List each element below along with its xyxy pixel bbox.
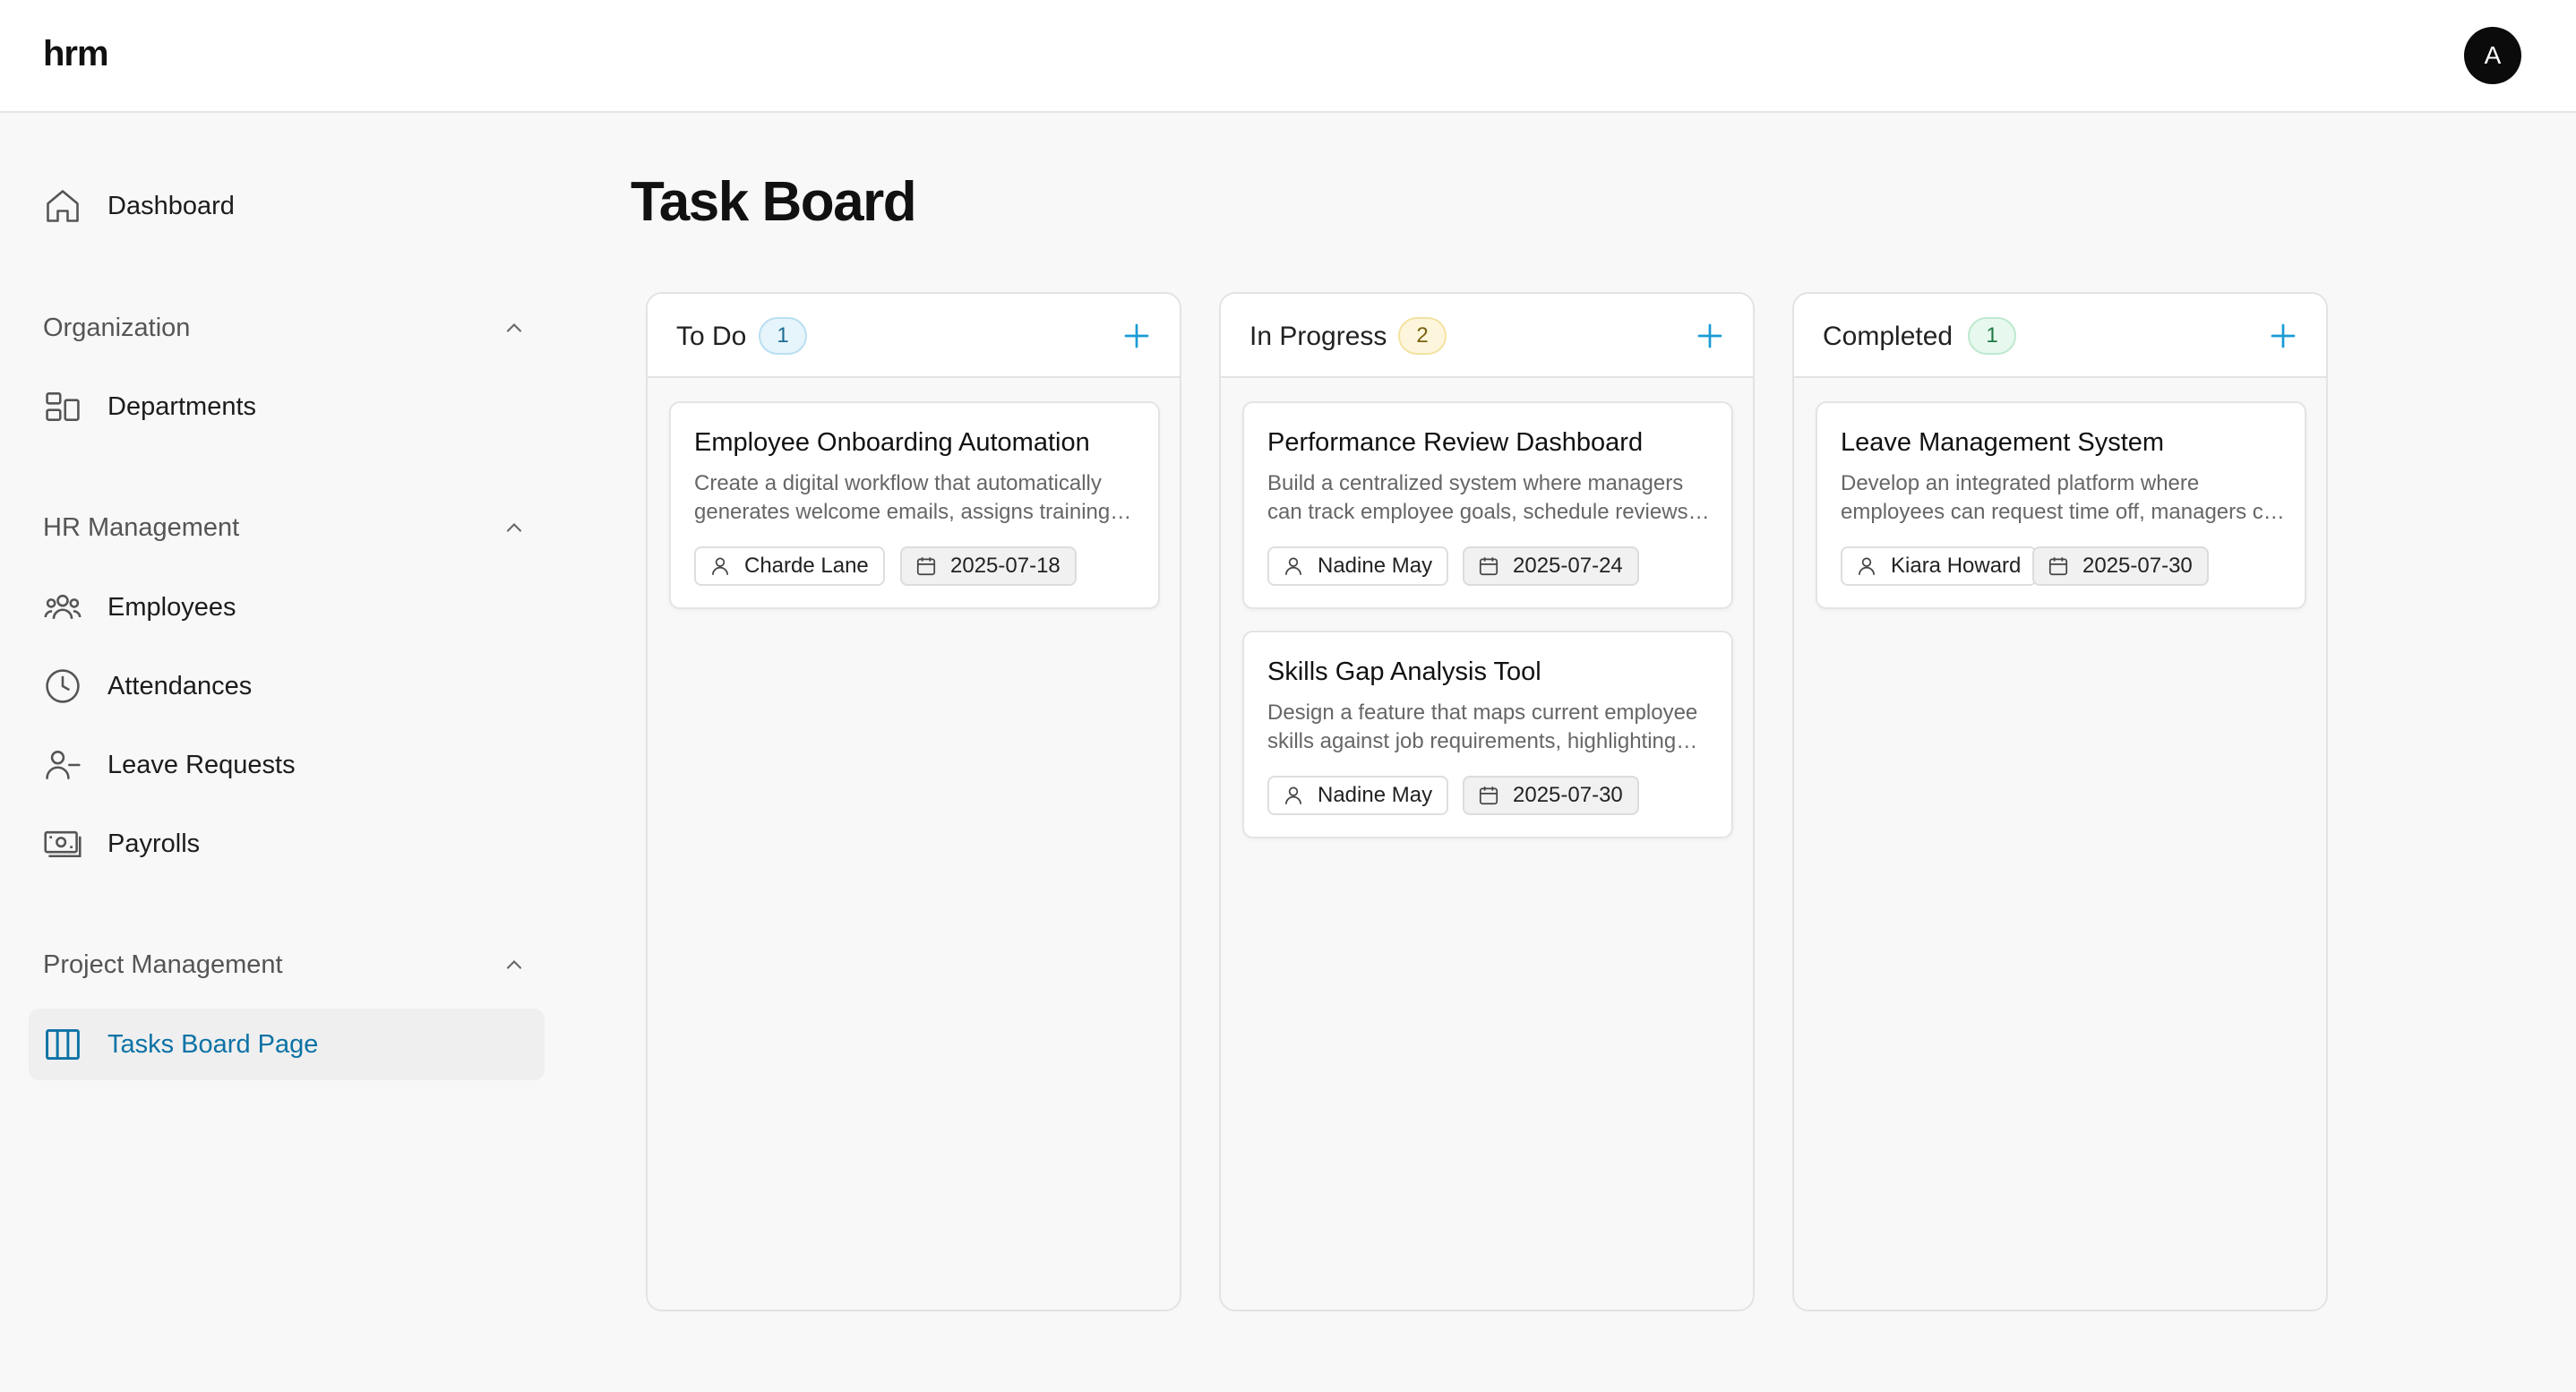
- sidebar-item-payrolls[interactable]: Payrolls: [29, 808, 545, 880]
- due-date-chip: 2025-07-30: [2032, 546, 2209, 586]
- count-badge: 2: [1398, 317, 1447, 355]
- section-organization[interactable]: Organization: [43, 308, 527, 348]
- user-icon: [1285, 557, 1301, 575]
- due-date: 2025-07-24: [1513, 554, 1623, 578]
- assignee-name: Kiara Howard: [1891, 554, 2022, 578]
- columns-icon: [46, 1028, 80, 1061]
- plus-icon: [1124, 323, 1149, 348]
- sidebar-item-label: Leave Requests: [107, 750, 296, 779]
- task-description: Create a digital workflow that automatic…: [694, 471, 1111, 524]
- task-card[interactable]: Employee Onboarding Automation Create a …: [669, 401, 1160, 609]
- sidebar-item-departments[interactable]: Departments: [29, 371, 545, 443]
- app-logo[interactable]: hrm: [43, 34, 109, 74]
- top-bar: hrm A: [0, 0, 2576, 113]
- home-icon: [47, 190, 79, 222]
- count-badge: 1: [759, 317, 807, 355]
- task-title: Performance Review Dashboard: [1267, 428, 1644, 457]
- user-icon: [1285, 786, 1301, 804]
- add-task-button[interactable]: [1688, 314, 1731, 357]
- assignee-chip: Nadine May: [1267, 776, 1449, 815]
- column-header: To Do 1: [648, 294, 1180, 378]
- task-description: Develop an integrated platform where emp…: [1841, 471, 2288, 524]
- column-title: In Progress: [1249, 322, 1387, 351]
- task-title: Leave Management System: [1841, 428, 2165, 457]
- sidebar-item-dashboard[interactable]: Dashboard: [29, 170, 545, 242]
- users-icon: [44, 594, 82, 619]
- sidebar-item-label: Payrolls: [107, 829, 201, 858]
- plus-icon: [1697, 323, 1722, 348]
- plus-icon: [2271, 323, 2296, 348]
- task-card[interactable]: Skills Gap Analysis Tool Design a featur…: [1242, 631, 1733, 838]
- column-in-progress: In Progress 2 Performance Review Dashboa…: [1219, 292, 1755, 1311]
- sidebar-item-label: Tasks Board Page: [107, 1029, 319, 1059]
- due-date-chip: 2025-07-18: [900, 546, 1077, 586]
- sidebar-item-label: Departments: [107, 391, 257, 421]
- banknote-icon: [44, 830, 82, 858]
- task-title: Employee Onboarding Automation: [694, 428, 1090, 457]
- user-avatar[interactable]: A: [2464, 27, 2521, 84]
- column-header: Completed 1: [1794, 294, 2326, 378]
- task-title: Skills Gap Analysis Tool: [1267, 657, 1541, 686]
- sidebar-item-leave-requests[interactable]: Leave Requests: [29, 729, 545, 801]
- clock-icon: [46, 669, 80, 703]
- task-card[interactable]: Leave Management System Develop an integ…: [1816, 401, 2306, 609]
- due-date-chip: 2025-07-24: [1463, 546, 1639, 586]
- column-header: In Progress 2: [1221, 294, 1753, 378]
- assignee-chip: Nadine May: [1267, 546, 1449, 586]
- due-date-chip: 2025-07-30: [1463, 776, 1639, 815]
- column-completed: Completed 1 Leave Management System Deve…: [1792, 292, 2328, 1311]
- count-badge: 1: [1968, 317, 2016, 355]
- section-project-management[interactable]: Project Management: [43, 945, 527, 984]
- calendar-icon: [1479, 786, 1498, 805]
- sidebar-item-label: Dashboard: [107, 191, 235, 220]
- section-label: HR Management: [43, 512, 240, 542]
- task-description: Build a centralized system where manager…: [1267, 471, 1688, 524]
- user-minus-icon: [46, 751, 81, 779]
- calendar-icon: [916, 557, 936, 576]
- sidebar-item-tasks-board[interactable]: Tasks Board Page: [29, 1009, 545, 1080]
- add-task-button[interactable]: [2262, 314, 2305, 357]
- due-date: 2025-07-18: [950, 554, 1060, 578]
- assignee-chip: Charde Lane: [694, 546, 885, 586]
- assignee-chip: Kiara Howard: [1841, 546, 2038, 586]
- calendar-icon: [2048, 557, 2068, 576]
- assignee-name: Charde Lane: [744, 554, 869, 578]
- page-title: Task Board: [631, 171, 917, 233]
- chevron-up-icon: [506, 960, 522, 969]
- departments-icon: [46, 392, 80, 421]
- assignee-name: Nadine May: [1318, 554, 1433, 578]
- user-icon: [1859, 557, 1875, 575]
- sidebar-item-employees[interactable]: Employees: [29, 571, 545, 643]
- task-description: Design a feature that maps current emplo…: [1267, 700, 1698, 753]
- chevron-up-icon: [506, 323, 522, 332]
- add-task-button[interactable]: [1115, 314, 1158, 357]
- column-todo: To Do 1 Employee Onboarding Automation C…: [646, 292, 1181, 1311]
- user-icon: [712, 557, 728, 575]
- section-hr-management[interactable]: HR Management: [43, 508, 527, 547]
- due-date: 2025-07-30: [2082, 554, 2193, 578]
- section-label: Project Management: [43, 949, 283, 979]
- sidebar: Dashboard Organization Departments HR Ma…: [0, 113, 573, 1392]
- due-date: 2025-07-30: [1513, 783, 1623, 807]
- chevron-up-icon: [506, 523, 522, 532]
- sidebar-item-attendances[interactable]: Attendances: [29, 650, 545, 722]
- column-title: To Do: [676, 322, 747, 351]
- calendar-icon: [1479, 557, 1498, 576]
- assignee-name: Nadine May: [1318, 783, 1433, 807]
- column-title: Completed: [1823, 322, 1953, 351]
- sidebar-item-label: Employees: [107, 592, 236, 622]
- section-label: Organization: [43, 313, 191, 342]
- task-card[interactable]: Performance Review Dashboard Build a cen…: [1242, 401, 1733, 609]
- sidebar-item-label: Attendances: [107, 671, 253, 700]
